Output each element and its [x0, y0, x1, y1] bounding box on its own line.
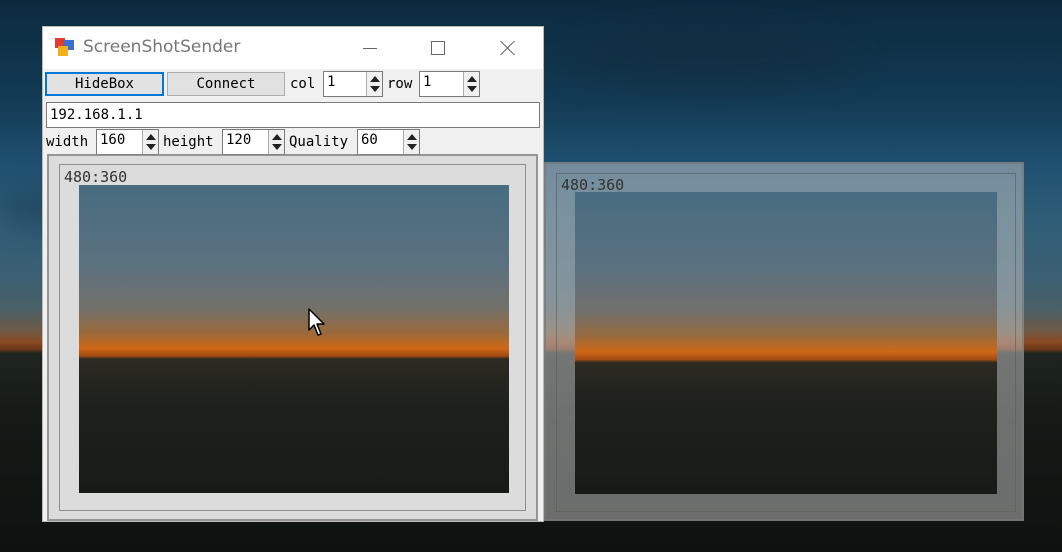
capture-box-right[interactable]: 480:360	[544, 162, 1024, 521]
col-value: 1	[327, 74, 336, 90]
title-bar[interactable]: ScreenShotSender	[43, 27, 543, 69]
down-arrow-icon[interactable]	[146, 144, 156, 150]
maximize-button[interactable]	[415, 27, 461, 69]
minimize-button[interactable]	[347, 27, 393, 69]
row-stepper-arrows[interactable]	[463, 72, 479, 96]
width-label: width	[46, 134, 89, 150]
capture-preview-image	[575, 192, 997, 494]
row-value: 1	[423, 74, 432, 90]
quality-stepper[interactable]: 60	[357, 129, 420, 155]
up-arrow-icon[interactable]	[370, 76, 380, 82]
col-stepper-arrows[interactable]	[366, 72, 382, 96]
capture-box-left[interactable]: 480:360	[47, 154, 538, 521]
down-arrow-icon[interactable]	[407, 144, 417, 150]
background-cloud	[560, 30, 860, 90]
width-stepper-arrows[interactable]	[142, 130, 158, 154]
row-label: row	[387, 76, 413, 92]
maximize-icon	[431, 41, 445, 55]
up-arrow-icon[interactable]	[272, 134, 282, 140]
row-stepper[interactable]: 1	[419, 71, 480, 97]
up-arrow-icon[interactable]	[146, 134, 156, 140]
down-arrow-icon[interactable]	[370, 86, 380, 92]
quality-stepper-arrows[interactable]	[403, 130, 419, 154]
down-arrow-icon[interactable]	[467, 86, 477, 92]
up-arrow-icon[interactable]	[467, 76, 477, 82]
col-label: col	[290, 76, 316, 92]
connect-button[interactable]: Connect	[167, 72, 285, 96]
height-label: height	[163, 134, 214, 150]
height-stepper-arrows[interactable]	[268, 130, 284, 154]
up-arrow-icon[interactable]	[407, 134, 417, 140]
width-value: 160	[100, 132, 126, 148]
quality-value: 60	[361, 132, 378, 148]
close-button[interactable]	[485, 27, 531, 69]
height-value: 120	[226, 132, 252, 148]
col-stepper[interactable]: 1	[323, 71, 383, 97]
height-stepper[interactable]: 120	[222, 129, 285, 155]
down-arrow-icon[interactable]	[272, 144, 282, 150]
mouse-cursor-icon	[308, 308, 325, 336]
quality-label: Quality	[289, 134, 349, 150]
window-title: ScreenShotSender	[83, 37, 241, 57]
capture-resolution-label: 480:360	[64, 168, 128, 186]
hidebox-button[interactable]: HideBox	[45, 72, 164, 96]
minimize-icon	[363, 47, 377, 49]
app-icon	[55, 38, 75, 56]
width-stepper[interactable]: 160	[96, 129, 159, 155]
close-icon	[500, 40, 516, 56]
ip-address-input[interactable]: 192.168.1.1	[46, 102, 540, 128]
capture-preview-image	[79, 185, 509, 493]
